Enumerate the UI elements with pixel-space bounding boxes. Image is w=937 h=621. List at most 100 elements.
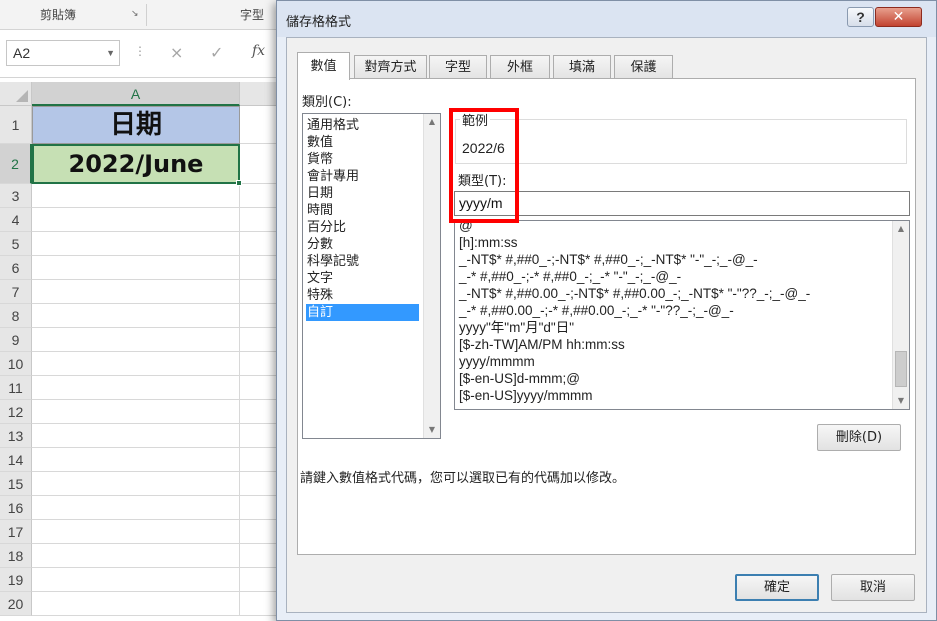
row-header[interactable]: 8 bbox=[0, 304, 32, 328]
row-header[interactable]: 2 bbox=[0, 144, 32, 184]
grid-cell[interactable] bbox=[240, 352, 280, 376]
cell-a2[interactable]: 2022/June bbox=[32, 144, 240, 184]
grid-cell[interactable] bbox=[240, 496, 280, 520]
tab-number[interactable]: 數值 bbox=[297, 52, 350, 80]
grid-cell[interactable] bbox=[240, 424, 280, 448]
row-header[interactable]: 4 bbox=[0, 208, 32, 232]
scroll-up-icon[interactable]: ▲ bbox=[424, 114, 440, 130]
column-header-a[interactable]: A bbox=[32, 82, 240, 106]
grid-cell[interactable] bbox=[240, 106, 280, 144]
grid-cell[interactable] bbox=[240, 544, 280, 568]
grid-cell[interactable] bbox=[240, 592, 280, 616]
format-code-item[interactable]: [$-zh-TW]AM/PM hh:mm:ss bbox=[459, 336, 625, 354]
grid-cell[interactable] bbox=[32, 256, 240, 280]
row-header[interactable]: 20 bbox=[0, 592, 32, 616]
grid-cell[interactable] bbox=[32, 352, 240, 376]
category-item[interactable]: 特殊 bbox=[306, 287, 419, 304]
row-header[interactable]: 18 bbox=[0, 544, 32, 568]
chevron-down-icon[interactable]: ▼ bbox=[106, 41, 115, 65]
grid-cell[interactable] bbox=[240, 472, 280, 496]
grid-cell[interactable] bbox=[32, 208, 240, 232]
grid-cell[interactable] bbox=[32, 496, 240, 520]
cell-a1[interactable]: 日期 bbox=[32, 106, 240, 144]
grid-cell[interactable] bbox=[240, 448, 280, 472]
grid-cell[interactable] bbox=[32, 304, 240, 328]
category-item[interactable]: 自訂 bbox=[306, 304, 419, 321]
row-header[interactable]: 11 bbox=[0, 376, 32, 400]
format-code-item[interactable]: _-NT$* #,##0_-;-NT$* #,##0_-;_-NT$* "-"_… bbox=[459, 251, 758, 269]
grid-cell[interactable] bbox=[240, 400, 280, 424]
grid-cell[interactable] bbox=[32, 448, 240, 472]
scroll-up-icon[interactable]: ▲ bbox=[893, 221, 909, 237]
tab-font[interactable]: 字型 bbox=[429, 55, 487, 79]
insert-function-icon[interactable]: fx bbox=[252, 43, 265, 59]
category-item[interactable]: 通用格式 bbox=[306, 117, 419, 134]
grid-cell[interactable] bbox=[240, 208, 280, 232]
format-code-item[interactable]: _-NT$* #,##0.00_-;-NT$* #,##0.00_-;_-NT$… bbox=[459, 285, 810, 303]
grid-cell[interactable] bbox=[240, 184, 280, 208]
grid-cell[interactable] bbox=[32, 184, 240, 208]
row-header[interactable]: 17 bbox=[0, 520, 32, 544]
clipboard-launcher-icon[interactable]: ↘ bbox=[131, 9, 141, 19]
category-item[interactable]: 貨幣 bbox=[306, 151, 419, 168]
format-scrollbar[interactable]: ▲ ▼ bbox=[892, 221, 909, 409]
grid-cell[interactable] bbox=[240, 144, 280, 184]
help-button[interactable]: ? bbox=[847, 7, 874, 27]
category-item[interactable]: 數值 bbox=[306, 134, 419, 151]
format-code-item[interactable]: yyyy"年"m"月"d"日" bbox=[459, 319, 574, 337]
column-header-b[interactable] bbox=[240, 82, 280, 106]
format-code-item[interactable]: _-* #,##0_-;-* #,##0_-;_-* "-"_-;_-@_- bbox=[459, 268, 681, 286]
row-header[interactable]: 5 bbox=[0, 232, 32, 256]
scroll-down-icon[interactable]: ▼ bbox=[893, 393, 909, 409]
grid-cell[interactable] bbox=[240, 280, 280, 304]
grid-cell[interactable] bbox=[32, 424, 240, 448]
row-header[interactable]: 13 bbox=[0, 424, 32, 448]
tab-alignment[interactable]: 對齊方式 bbox=[354, 55, 427, 79]
row-header[interactable]: 1 bbox=[0, 106, 32, 144]
row-header[interactable]: 7 bbox=[0, 280, 32, 304]
grid-cell[interactable] bbox=[32, 232, 240, 256]
tab-protection[interactable]: 保護 bbox=[614, 55, 673, 79]
grid-cell[interactable] bbox=[240, 328, 280, 352]
scroll-thumb[interactable] bbox=[895, 351, 907, 387]
cancel-button[interactable]: 取消 bbox=[831, 574, 915, 601]
cancel-entry-icon[interactable]: × bbox=[170, 44, 183, 62]
category-item[interactable]: 百分比 bbox=[306, 219, 419, 236]
grid-cell[interactable] bbox=[240, 520, 280, 544]
type-input[interactable]: yyyy/m bbox=[454, 191, 910, 216]
grid-cell[interactable] bbox=[32, 328, 240, 352]
row-header[interactable]: 10 bbox=[0, 352, 32, 376]
scroll-down-icon[interactable]: ▼ bbox=[424, 422, 440, 438]
format-code-list[interactable]: @ [h]:mm:ss _-NT$* #,##0_-;-NT$* #,##0_-;_… bbox=[454, 218, 910, 410]
grid-cell[interactable] bbox=[32, 592, 240, 616]
category-item[interactable]: 時間 bbox=[306, 202, 419, 219]
format-code-item[interactable]: [$-en-US]d-mmm;@ bbox=[459, 370, 580, 388]
row-header[interactable]: 12 bbox=[0, 400, 32, 424]
row-header[interactable]: 15 bbox=[0, 472, 32, 496]
name-box[interactable]: A2 ▼ bbox=[6, 40, 120, 66]
ok-button[interactable]: 確定 bbox=[735, 574, 819, 601]
tab-fill[interactable]: 填滿 bbox=[553, 55, 611, 79]
grid-cell[interactable] bbox=[240, 304, 280, 328]
delete-button[interactable]: 刪除(D) bbox=[817, 424, 901, 451]
grid-cell[interactable] bbox=[240, 376, 280, 400]
grid-cell[interactable] bbox=[32, 544, 240, 568]
dialog-titlebar[interactable]: 儲存格格式 ? ✕ bbox=[277, 1, 936, 37]
category-list[interactable]: 通用格式 數值 貨幣 會計專用 日期 時間 百分比 分數 科學記號 文字 特殊 自訂 ▲ ▼ bbox=[302, 113, 441, 439]
row-header[interactable]: 9 bbox=[0, 328, 32, 352]
row-header[interactable]: 3 bbox=[0, 184, 32, 208]
format-code-item[interactable]: [$-en-US]yyyy/mmmm bbox=[459, 387, 593, 405]
category-item[interactable]: 分數 bbox=[306, 236, 419, 253]
close-button[interactable]: ✕ bbox=[875, 7, 922, 27]
grid-cell[interactable] bbox=[32, 376, 240, 400]
row-header[interactable]: 16 bbox=[0, 496, 32, 520]
grid-cell[interactable] bbox=[32, 520, 240, 544]
enter-entry-icon[interactable]: ✓ bbox=[210, 44, 223, 62]
grid-cell[interactable] bbox=[240, 568, 280, 592]
grid-cell[interactable] bbox=[32, 400, 240, 424]
grid-cell[interactable] bbox=[32, 280, 240, 304]
row-header[interactable]: 19 bbox=[0, 568, 32, 592]
fill-handle[interactable] bbox=[236, 180, 242, 186]
grid-cell[interactable] bbox=[32, 472, 240, 496]
category-scrollbar[interactable]: ▲ ▼ bbox=[423, 114, 440, 438]
